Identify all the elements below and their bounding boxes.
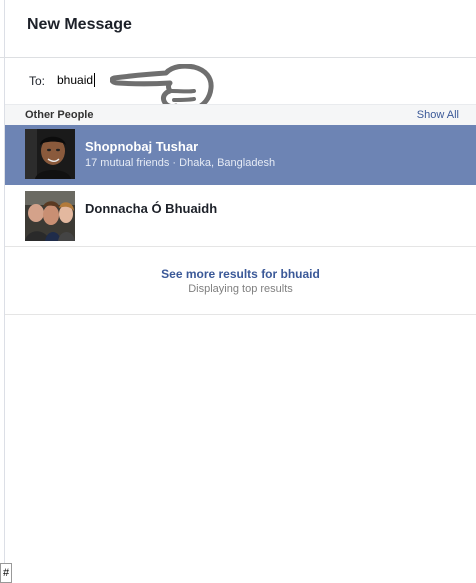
see-more-subtitle: Displaying top results <box>188 283 293 295</box>
result-name: Shopnobaj Tushar <box>85 139 199 154</box>
section-title: Other People <box>25 109 94 121</box>
result-row[interactable]: Donnacha Ó Bhuaidh <box>5 186 476 247</box>
section-header: Other People Show All <box>5 104 476 126</box>
recipient-input[interactable]: bhuaid <box>57 73 96 87</box>
show-all-link[interactable]: Show All <box>417 109 459 121</box>
profile-photo <box>25 191 75 241</box>
result-meta: 17 mutual friends · Dhaka, Bangladesh <box>85 157 276 169</box>
see-more-section: See more results for bhuaid Displaying t… <box>5 247 476 315</box>
dialog-header: New Message <box>0 0 476 58</box>
hash-tag: # <box>0 563 12 583</box>
result-name: Donnacha Ó Bhuaidh <box>85 201 218 216</box>
recipient-field-row[interactable]: To: bhuaid <box>0 58 476 102</box>
dialog-title: New Message <box>27 16 132 33</box>
result-row-selected[interactable]: Shopnobaj Tushar 17 mutual friends · Dha… <box>5 125 476 185</box>
recipient-label: To: <box>29 74 46 88</box>
avatar <box>25 129 75 179</box>
see-more-link[interactable]: See more results for bhuaid <box>5 267 476 281</box>
profile-photo <box>25 129 75 179</box>
avatar <box>25 191 75 241</box>
